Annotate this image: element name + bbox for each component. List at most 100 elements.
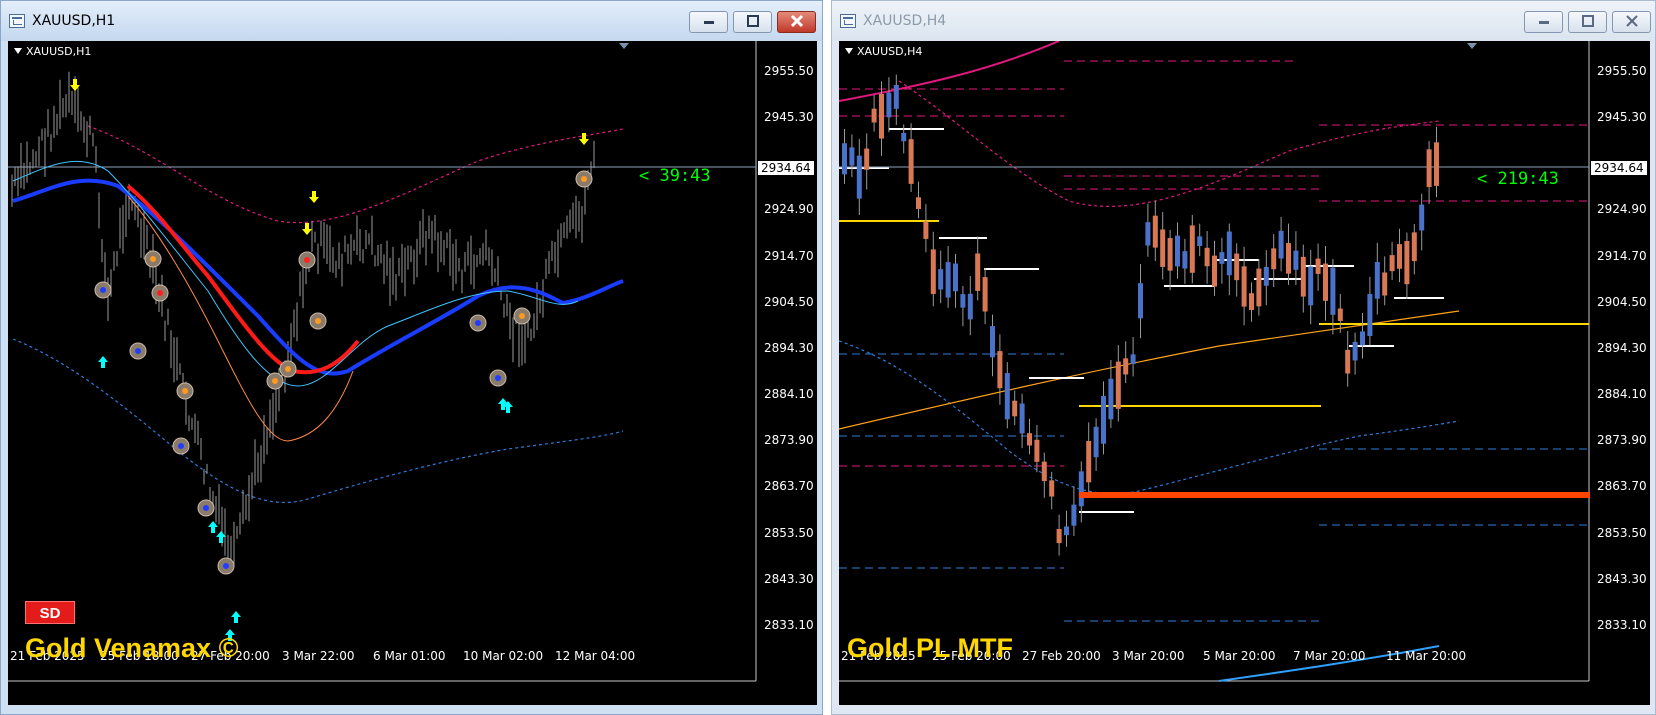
- minimize-icon: [1538, 21, 1549, 24]
- candle-body: [1323, 263, 1328, 301]
- chart-shift-marker[interactable]: [1467, 43, 1477, 49]
- price-tick-label: 2914.70: [1597, 248, 1647, 263]
- candle-body: [1012, 400, 1018, 417]
- symbol-label[interactable]: XAUUSD,H4: [845, 45, 922, 58]
- sd-badge: SD: [25, 601, 75, 624]
- candle-body: [1115, 361, 1121, 409]
- price-tick-label: 2945.30: [1597, 110, 1647, 125]
- candle-body: [1352, 341, 1358, 361]
- candle-body: [1345, 349, 1351, 374]
- candle-body: [1101, 395, 1106, 444]
- candle-body: [1226, 231, 1232, 276]
- price-tick-label: 2945.30: [764, 110, 814, 125]
- price-tick-label: 2873.90: [1597, 433, 1647, 448]
- candle-body: [1241, 266, 1247, 307]
- minimize-button[interactable]: [689, 11, 728, 33]
- chart-window-icon: [840, 14, 856, 28]
- price-tick-label: 2894.30: [1597, 340, 1647, 355]
- candle-body: [1152, 215, 1158, 248]
- candle-body: [1212, 255, 1217, 287]
- maximize-icon: [1581, 15, 1594, 27]
- close-icon: [1625, 15, 1638, 27]
- candle-body: [975, 253, 981, 291]
- chevron-down-icon: [14, 48, 22, 54]
- price-tick-label: 2924.90: [764, 202, 814, 217]
- close-button[interactable]: [1612, 11, 1651, 33]
- candle-body: [1330, 267, 1336, 315]
- chart-window-xauusd-h1[interactable]: XAUUSD,H1 XAUUSD,H1 2955.50 2945.30 2924…: [0, 0, 823, 715]
- candle-body: [1382, 272, 1388, 296]
- candle-body: [923, 221, 929, 239]
- candle-body: [879, 93, 884, 139]
- bar-timer: < 39:43: [639, 166, 711, 186]
- orange-trend-line: [839, 310, 1460, 430]
- candle-body: [1271, 248, 1277, 270]
- chart-area[interactable]: XAUUSD,H1 2955.50 2945.30 2924.90 2914.70 29…: [8, 41, 817, 705]
- price-tick-label: 2863.70: [1597, 479, 1647, 494]
- candle-body: [1397, 244, 1402, 269]
- chart-shift-marker[interactable]: [619, 43, 629, 49]
- candle-body: [1411, 232, 1417, 262]
- price-tick-label: 2955.50: [764, 64, 814, 78]
- price-chart-plot[interactable]: [839, 41, 1650, 705]
- price-tick-label: 2843.30: [764, 571, 814, 586]
- maximize-button[interactable]: [1568, 11, 1607, 33]
- indicator-title: Gold PL MTF: [847, 633, 1013, 663]
- time-tick-label: 7 Mar 20:00: [1293, 649, 1366, 663]
- window-title: XAUUSD,H1: [32, 13, 116, 29]
- candle-body: [1056, 529, 1062, 544]
- minimize-button[interactable]: [1524, 11, 1563, 33]
- candle-body: [1308, 266, 1314, 306]
- candle-body: [1263, 266, 1269, 286]
- time-tick-label: 10 Mar 02:00: [463, 649, 544, 663]
- buy-arrow-icon: [208, 521, 218, 533]
- price-chart-plot[interactable]: [8, 41, 817, 705]
- window-titlebar[interactable]: XAUUSD,H4: [832, 1, 1655, 41]
- bar-timer: < 219:43: [1477, 169, 1559, 189]
- candle-body: [886, 92, 892, 118]
- signal-dot-marker: [581, 176, 587, 182]
- chart-area[interactable]: XAUUSD,H4 2955.50 2945.30 2924.90 2914.70 29…: [839, 41, 1650, 705]
- time-tick-label: 3 Mar 22:00: [282, 649, 355, 663]
- chevron-down-icon: [845, 48, 853, 54]
- price-tick-label: 2873.90: [764, 433, 814, 448]
- cyan-ma-line: [12, 160, 579, 387]
- sell-arrow-icon: [302, 223, 312, 235]
- price-tick-label: 2904.50: [764, 294, 814, 309]
- candle-body: [1404, 241, 1410, 285]
- candle-body: [1367, 293, 1373, 336]
- candle-body: [1204, 247, 1210, 267]
- candle-body: [1389, 255, 1395, 272]
- candle-body: [1108, 378, 1114, 420]
- candle-body: [864, 148, 870, 170]
- signal-dot-marker: [495, 375, 501, 381]
- signal-dot-marker: [272, 378, 278, 384]
- candle-body: [1004, 373, 1010, 420]
- candle-body: [1286, 243, 1291, 274]
- window-titlebar[interactable]: XAUUSD,H1: [1, 1, 822, 41]
- chart-window-xauusd-h4[interactable]: XAUUSD,H4 XAUUSD,H4 2955.50 2945.30 2924…: [831, 0, 1656, 715]
- candle-body: [1086, 440, 1092, 483]
- signal-dot-marker: [182, 388, 188, 394]
- time-tick-label: 27 Feb 20:00: [1022, 649, 1101, 663]
- sell-arrow-icon: [309, 191, 319, 203]
- maximize-icon: [746, 15, 759, 27]
- maximize-button[interactable]: [733, 11, 772, 33]
- candle-body: [1145, 222, 1151, 246]
- price-tick-label: 2894.30: [764, 340, 814, 355]
- symbol-label[interactable]: XAUUSD,H1: [14, 45, 91, 58]
- candle-body: [842, 143, 847, 175]
- close-icon: [790, 14, 803, 28]
- lower-band-line: [839, 340, 1460, 495]
- price-tick-label: 2884.10: [1597, 387, 1647, 402]
- candle-body: [849, 147, 855, 166]
- support-zone-line: [1079, 492, 1590, 498]
- close-button[interactable]: [777, 11, 816, 33]
- candle-body: [938, 269, 944, 290]
- candle-body: [1093, 426, 1099, 458]
- price-tick-label: 2853.50: [1597, 525, 1647, 540]
- signal-dot-marker: [519, 313, 525, 319]
- price-tick-label: 2884.10: [764, 387, 814, 402]
- candle-body: [1049, 480, 1055, 497]
- candle-body: [1138, 283, 1143, 319]
